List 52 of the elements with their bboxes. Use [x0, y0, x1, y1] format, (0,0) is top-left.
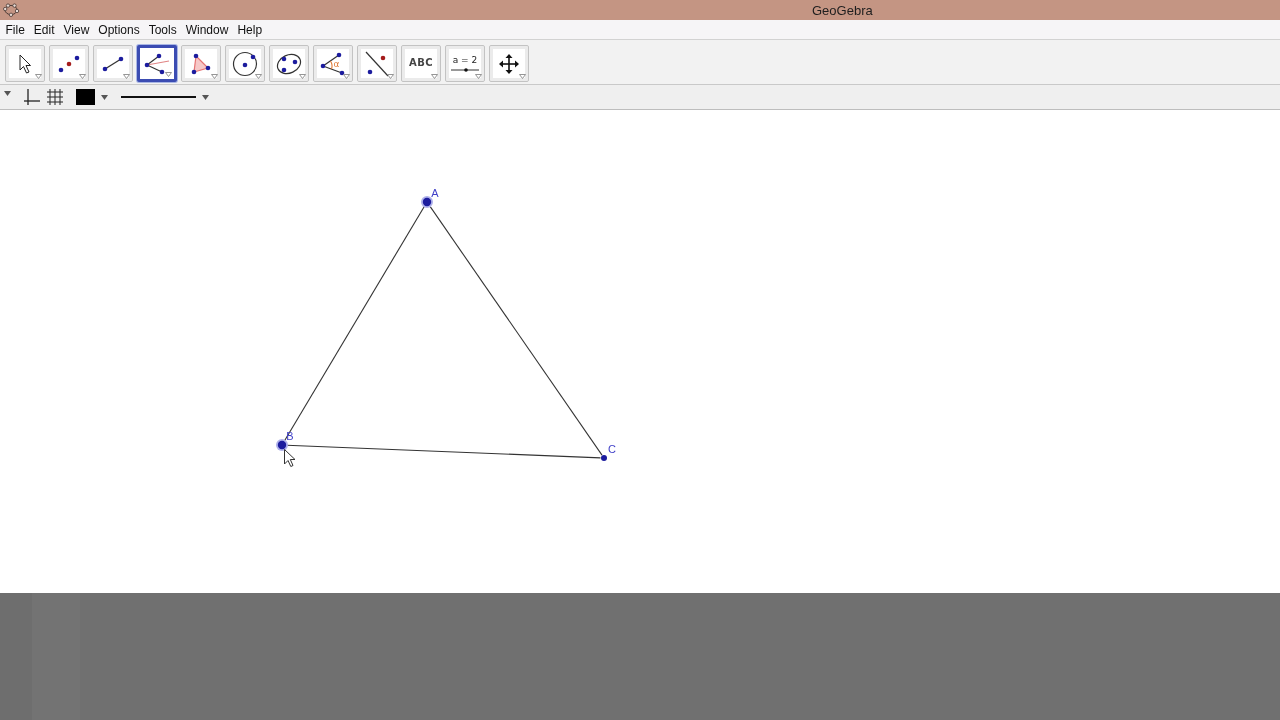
menu-item[interactable]: Options [93, 22, 145, 37]
menu-item[interactable]: View [59, 22, 94, 37]
color-swatch-icon[interactable] [76, 89, 95, 105]
caret-icon [343, 74, 350, 79]
menu-item[interactable]: File [1, 22, 30, 37]
caret-icon [165, 72, 172, 77]
line-style-icon[interactable] [121, 95, 196, 99]
menu-item[interactable]: Window [181, 22, 233, 37]
window-title: GeoGebra [812, 2, 873, 18]
point-label: A [431, 187, 439, 199]
caret-icon[interactable] [202, 94, 209, 100]
tool-button[interactable] [93, 45, 133, 82]
ellipse-icon [276, 52, 302, 75]
tool-button[interactable] [357, 45, 397, 82]
tool-button[interactable] [489, 45, 529, 82]
menu-item[interactable]: Help [232, 22, 267, 37]
caret-icon[interactable] [4, 90, 11, 96]
point-icon [58, 54, 80, 73]
caret-icon [35, 74, 42, 79]
caret-icon [79, 74, 86, 79]
ellipse-logo-icon [3, 3, 19, 17]
caret-icon[interactable] [101, 94, 108, 100]
axes-icon[interactable] [24, 89, 40, 105]
caret-icon [299, 74, 306, 79]
mouse-pointer-icon [284, 449, 296, 467]
caret-icon [255, 74, 262, 79]
tool-button[interactable] [137, 45, 177, 82]
arrow-pointer-icon [18, 53, 32, 74]
tool-button[interactable]: ABC [401, 45, 441, 82]
tool-button[interactable] [225, 45, 265, 82]
caret-icon [211, 74, 218, 79]
caret-icon [519, 74, 526, 79]
caret-icon [387, 74, 394, 79]
menu-item[interactable]: Tools [144, 22, 182, 37]
line-with-points-icon [365, 50, 389, 77]
four-way-arrow-icon [499, 53, 519, 74]
point-label: B [286, 430, 294, 442]
grid-icon[interactable] [47, 89, 63, 105]
circle-icon [232, 50, 258, 77]
caret-icon [475, 74, 482, 79]
menu-item[interactable]: Edit [29, 22, 60, 37]
tool-button[interactable] [49, 45, 89, 82]
lines-from-point-icon [144, 52, 170, 75]
tool-button[interactable] [181, 45, 221, 82]
caret-icon [123, 74, 130, 79]
tool-button[interactable]: a = 2 [445, 45, 485, 82]
segment-icon [102, 55, 124, 72]
triangle-icon [191, 52, 211, 75]
tool-button[interactable] [269, 45, 309, 82]
caret-icon [431, 74, 438, 79]
slider-icon [451, 66, 479, 73]
point-label: C [608, 443, 616, 455]
